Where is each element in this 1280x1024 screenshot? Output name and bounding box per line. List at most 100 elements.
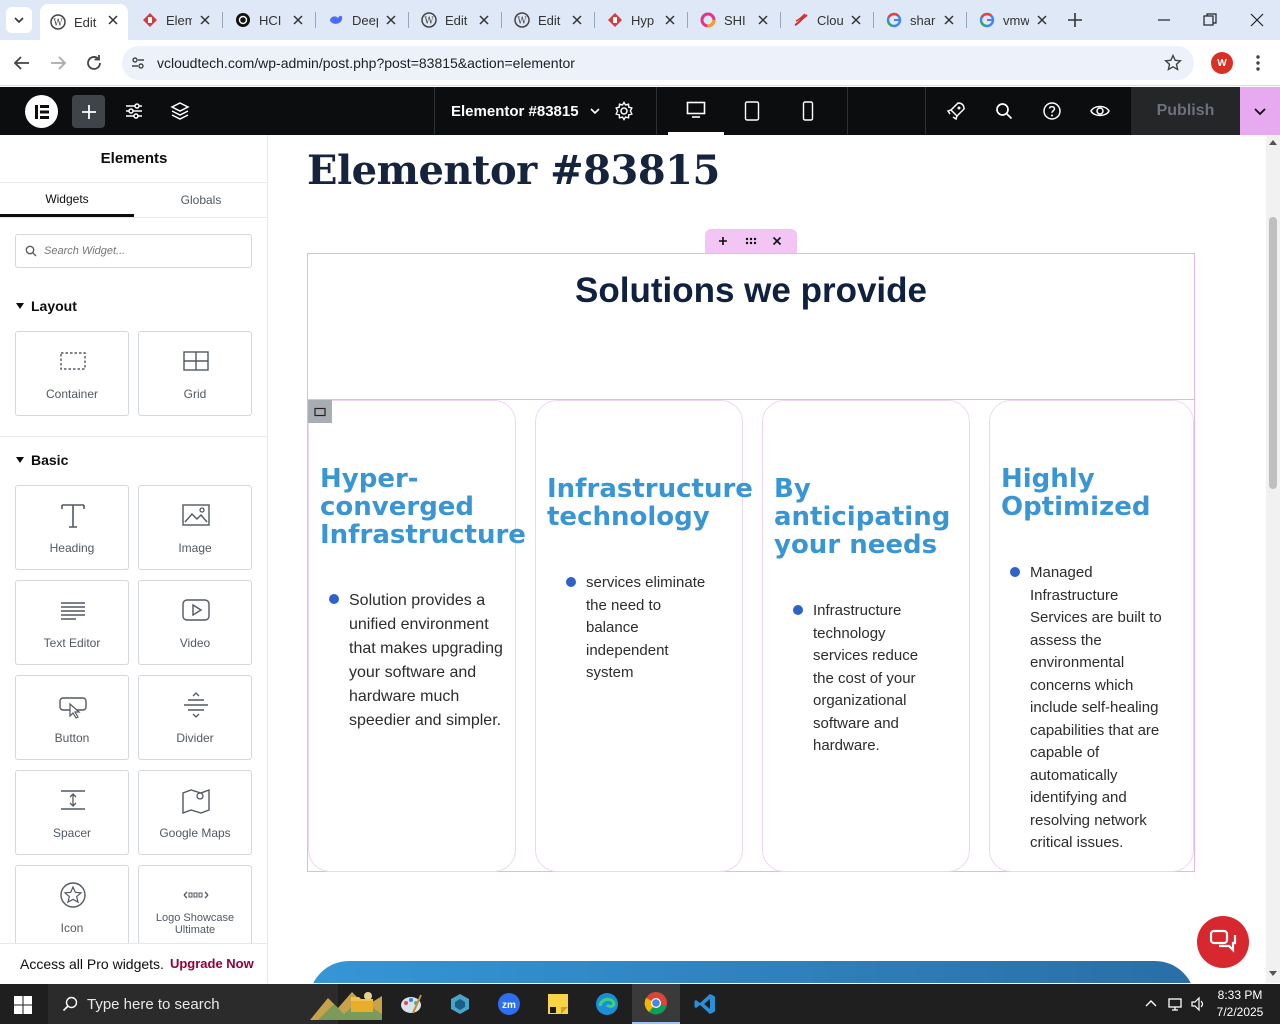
close-icon[interactable] [663,13,677,27]
widget-button[interactable]: Button [15,675,129,760]
solution-card-4[interactable]: Highly Optimized Managed Infrastructure … [989,400,1194,872]
taskbar-app-chrome[interactable] [632,984,680,1024]
chat-widget-button[interactable] [1197,916,1249,968]
taskbar-search-box[interactable]: Type here to search [48,984,382,1024]
taskbar-app-zoom[interactable]: zm [485,984,533,1024]
close-icon[interactable] [291,13,305,27]
column-edit-handle[interactable] [308,400,332,423]
next-section-banner[interactable] [309,961,1195,983]
back-arrow-icon[interactable] [12,53,32,73]
taskbar-app-sticky-notes[interactable] [534,984,582,1024]
plus-icon[interactable] [717,235,729,247]
browser-tab-1[interactable]: W Edit [40,4,128,40]
add-element-button[interactable] [72,95,105,128]
drag-handle-icon[interactable] [745,235,757,247]
mobile-mode-button[interactable] [780,87,836,135]
solution-card-3[interactable]: By anticipating your needs Infrastructur… [762,400,970,872]
new-tab-icon[interactable] [1066,11,1084,29]
publish-options-button[interactable] [1240,87,1280,135]
url-text[interactable]: vcloudtech.com/wp-admin/post.php?post=83… [157,55,575,71]
close-icon[interactable] [198,13,212,27]
site-settings-sliders-icon[interactable] [124,101,144,121]
taskbar-app-edge[interactable] [583,984,631,1024]
widget-grid[interactable]: Grid [138,331,252,416]
solution-card-1[interactable]: Hyper- converged Infrastructure Solution… [308,400,526,872]
close-icon[interactable] [384,13,398,27]
close-icon[interactable] [1035,13,1049,27]
gear-icon[interactable] [614,101,634,121]
help-icon[interactable] [1042,101,1062,121]
address-bar[interactable]: vcloudtech.com/wp-admin/post.php?post=83… [122,46,1194,80]
widget-text-editor[interactable]: Text Editor [15,580,129,665]
category-basic-toggle[interactable]: Basic [16,452,68,468]
tab-widgets[interactable]: Widgets [0,183,134,217]
restore-icon[interactable] [1202,12,1218,28]
forward-arrow-icon[interactable] [48,53,68,73]
canvas-scrollbar[interactable] [1266,135,1280,983]
browser-tab-11[interactable]: vmw [969,4,1057,36]
site-settings-icon[interactable] [130,55,146,71]
browser-tab-10[interactable]: shar [876,4,964,36]
browser-tab-2[interactable]: Elementor [132,4,220,36]
chevron-up-icon[interactable] [1143,996,1159,1012]
tab-search-button[interactable] [6,7,32,33]
close-icon[interactable] [771,235,783,247]
browser-tab-5[interactable]: W Edit [411,4,499,36]
widget-spacer[interactable]: Spacer [15,770,129,855]
widget-divider[interactable]: Divider [138,675,252,760]
card-title[interactable]: Highly Optimized [1001,465,1150,521]
windows-start-icon[interactable] [14,996,32,1014]
card-title[interactable]: Hyper- converged Infrastructure [320,465,526,549]
solutions-section[interactable]: Solutions we provide Hyper- converged In… [307,253,1195,872]
browser-tab-3[interactable]: HCI [225,4,313,36]
widget-icon[interactable]: Icon [15,865,129,950]
speaker-icon[interactable] [1190,996,1206,1012]
widget-google-maps[interactable]: Google Maps [138,770,252,855]
desktop-mode-button[interactable] [668,87,724,135]
tab-globals[interactable]: Globals [134,183,267,217]
more-options-icon[interactable] [1250,53,1266,73]
minimize-icon[interactable] [1156,12,1172,28]
scroll-up-arrow-icon[interactable] [1269,139,1277,145]
close-icon[interactable] [477,13,491,27]
taskbar-app-vscode[interactable] [681,984,729,1024]
rocket-icon[interactable] [946,101,966,121]
scroll-down-arrow-icon[interactable] [1269,971,1277,977]
close-icon[interactable] [570,13,584,27]
structure-layers-icon[interactable] [170,101,190,121]
close-icon[interactable] [106,13,120,27]
category-layout-toggle[interactable]: Layout [16,298,77,314]
close-window-icon[interactable] [1249,12,1265,28]
profile-avatar[interactable]: W [1211,52,1233,74]
reload-icon[interactable] [84,53,104,73]
browser-tab-6[interactable]: W Edit [504,4,592,36]
upgrade-now-link[interactable]: Upgrade Now [170,956,254,971]
taskbar-app-gem[interactable] [436,984,484,1024]
card-title[interactable]: By anticipating your needs [774,475,950,559]
close-icon[interactable] [942,13,956,27]
browser-tab-4[interactable]: DeepSeek [318,4,406,36]
preview-eye-icon[interactable] [1090,101,1110,121]
scrollbar-thumb[interactable] [1269,217,1277,489]
widget-image[interactable]: Image [138,485,252,570]
search-icon[interactable] [994,101,1014,121]
close-icon[interactable] [849,13,863,27]
card-title[interactable]: Infrastructure technology [547,475,753,531]
close-icon[interactable] [756,13,770,27]
solution-card-2[interactable]: Infrastructure technology services elimi… [535,400,753,872]
widget-search-input[interactable] [44,241,244,261]
widget-video[interactable]: Video [138,580,252,665]
page-title[interactable]: Elementor #83815 [307,147,720,194]
tablet-mode-button[interactable] [724,87,780,135]
taskbar-file-explorer[interactable] [338,984,386,1024]
bookmark-star-icon[interactable] [1164,54,1182,72]
widget-logo-showcase[interactable]: Logo Showcase Ultimate [138,865,252,950]
taskbar-app-paint[interactable] [387,984,435,1024]
widget-heading[interactable]: Heading [15,485,129,570]
browser-tab-8[interactable]: SHI [690,4,778,36]
system-clock[interactable]: 8:33 PM 7/2/2025 [1210,987,1270,1021]
publish-button[interactable]: Publish [1131,87,1240,135]
section-heading[interactable]: Solutions we provide [308,271,1194,311]
widget-container[interactable]: Container [15,331,129,416]
network-icon[interactable] [1167,996,1183,1012]
